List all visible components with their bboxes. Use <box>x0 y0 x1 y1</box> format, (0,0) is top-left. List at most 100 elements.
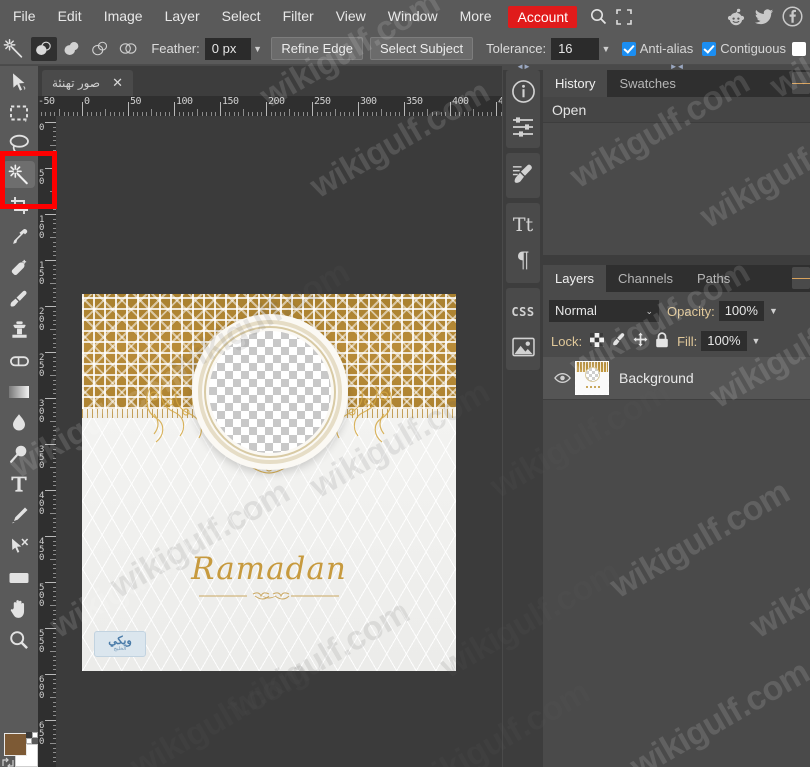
pen-tool[interactable] <box>0 500 38 531</box>
reddit-icon[interactable] <box>722 0 750 33</box>
layer-row-background[interactable]: Background <box>543 356 810 400</box>
gradient-tool[interactable] <box>0 376 38 407</box>
feather-dropdown-icon[interactable]: ▼ <box>251 44 265 54</box>
info-icon[interactable] <box>506 74 540 109</box>
rectangular-marquee-tool[interactable] <box>0 97 38 128</box>
document-canvas[interactable]: Ramadan ويكي الخليج <box>82 294 456 671</box>
canvas-watermark-logo-line1: ويكي <box>108 634 132 647</box>
search-icon[interactable] <box>585 0 611 33</box>
type-tool[interactable] <box>0 469 38 500</box>
tab-swatches[interactable]: Swatches <box>607 70 687 97</box>
fill-dropdown-icon[interactable]: ▼ <box>752 336 761 346</box>
anti-alias-checkbox[interactable]: Anti-alias <box>621 41 694 56</box>
select-subject-button[interactable]: Select Subject <box>369 37 474 60</box>
menu-item-more[interactable]: More <box>449 0 503 33</box>
opacity-value[interactable]: 100% <box>718 301 764 321</box>
refine-edge-button[interactable]: Refine Edge <box>271 37 363 60</box>
ruler-label: 350 <box>406 96 423 107</box>
tab-paths[interactable]: Paths <box>685 265 742 292</box>
ruler-label: -50 <box>38 96 55 107</box>
horizontal-ruler[interactable]: -50050100150200250300350400450500550600 <box>38 96 502 116</box>
menu-item-window[interactable]: Window <box>377 0 449 33</box>
menu-item-view[interactable]: View <box>325 0 377 33</box>
history-list[interactable]: Open <box>543 97 810 255</box>
image-icon[interactable] <box>506 329 540 364</box>
layers-panel-tabs: Layers Channels Paths <box>543 265 810 292</box>
canvas-workspace[interactable]: Ramadan ويكي الخليج <box>56 116 502 767</box>
color-swatches[interactable] <box>2 732 38 767</box>
feather-input[interactable]: 0 px <box>204 37 251 60</box>
facebook-icon[interactable] <box>778 0 806 33</box>
healing-brush-tool[interactable] <box>0 252 38 283</box>
layer-visibility-icon[interactable] <box>551 372 573 384</box>
hand-tool[interactable] <box>0 593 38 624</box>
blend-mode-select[interactable]: Normal ⌄ <box>549 300 659 322</box>
menu-item-image[interactable]: Image <box>93 0 154 33</box>
css-icon[interactable]: CSS <box>506 294 540 329</box>
dodge-tool[interactable] <box>0 438 38 469</box>
ruler-label: 200 <box>268 96 285 107</box>
move-tool[interactable] <box>0 66 38 97</box>
tab-channels[interactable]: Channels <box>606 265 685 292</box>
document-tab[interactable]: صور تهنئة ✕ <box>42 70 133 96</box>
history-entry-open[interactable]: Open <box>543 97 810 123</box>
fill-value[interactable]: 100% <box>701 331 747 351</box>
lock-position-icon[interactable] <box>633 332 648 350</box>
shape-tool[interactable] <box>0 562 38 593</box>
ruler-tick <box>45 582 56 583</box>
anti-alias-check-icon <box>621 41 636 56</box>
ruler-tick <box>45 306 56 307</box>
ruler-minor-tick <box>427 109 428 116</box>
sample-all-layers-checkbox[interactable] <box>792 41 810 56</box>
tolerance-input[interactable]: 16 <box>551 37 600 60</box>
account-button[interactable]: Account <box>508 5 578 28</box>
foreground-color-swatch[interactable] <box>4 733 27 756</box>
zoom-tool[interactable] <box>0 624 38 655</box>
tab-layers[interactable]: Layers <box>543 265 607 292</box>
menu-item-select[interactable]: Select <box>211 0 272 33</box>
menu-item-edit[interactable]: Edit <box>47 0 93 33</box>
magic-wand-tool[interactable] <box>0 159 38 190</box>
anti-alias-label: Anti-alias <box>639 41 694 56</box>
paragraph-icon[interactable]: ¶ <box>506 243 540 278</box>
crop-tool[interactable] <box>0 190 38 221</box>
eraser-tool[interactable] <box>0 345 38 376</box>
ruler-label: 250 <box>39 353 44 379</box>
opacity-dropdown-icon[interactable]: ▼ <box>769 306 778 316</box>
subtract-from-selection-button[interactable] <box>87 37 113 61</box>
add-to-selection-button[interactable] <box>59 37 85 61</box>
character-icon[interactable]: Tt <box>506 208 540 243</box>
swap-colors-icon[interactable] <box>2 757 14 767</box>
history-panel-menu-icon[interactable] <box>792 72 810 94</box>
brush-tool[interactable] <box>0 283 38 314</box>
fullscreen-icon[interactable] <box>611 0 637 33</box>
contiguous-checkbox[interactable]: Contiguous <box>702 41 786 56</box>
lock-transparent-pixels-icon[interactable] <box>590 332 605 350</box>
brush-presets-icon[interactable] <box>506 158 540 193</box>
close-icon[interactable]: ✕ <box>108 75 127 91</box>
ruler-minor-tick <box>473 109 474 116</box>
eyedropper-tool[interactable] <box>0 221 38 252</box>
tab-history[interactable]: History <box>543 70 608 97</box>
lock-image-pixels-icon[interactable] <box>611 332 626 350</box>
default-colors-icon[interactable] <box>26 732 38 744</box>
menu-item-file[interactable]: File <box>0 0 47 33</box>
blur-tool[interactable] <box>0 407 38 438</box>
twitter-icon[interactable] <box>750 0 778 33</box>
clone-stamp-tool[interactable] <box>0 314 38 345</box>
layer-thumbnail[interactable] <box>575 361 609 395</box>
menu-item-filter[interactable]: Filter <box>272 0 325 33</box>
lasso-tool[interactable] <box>0 128 38 159</box>
menu-item-layer[interactable]: Layer <box>154 0 211 33</box>
intersect-selection-button[interactable] <box>115 37 141 61</box>
new-selection-button[interactable] <box>31 36 58 61</box>
layers-panel-menu-icon[interactable] <box>792 267 810 289</box>
lock-all-icon[interactable] <box>655 331 669 351</box>
tolerance-dropdown-icon[interactable]: ▼ <box>599 44 613 54</box>
vertical-ruler[interactable]: 0 50 100 150 200 250 300 350 400 450 500 550 600 650 <box>38 116 56 767</box>
tool-options-bar: Feather: 0 px ▼ Refine Edge Select Subje… <box>0 33 810 65</box>
ruler-label: 0 <box>84 96 90 107</box>
path-selection-tool[interactable] <box>0 531 38 562</box>
adjustments-icon[interactable] <box>506 109 540 144</box>
magic-wand-icon[interactable] <box>0 33 27 65</box>
